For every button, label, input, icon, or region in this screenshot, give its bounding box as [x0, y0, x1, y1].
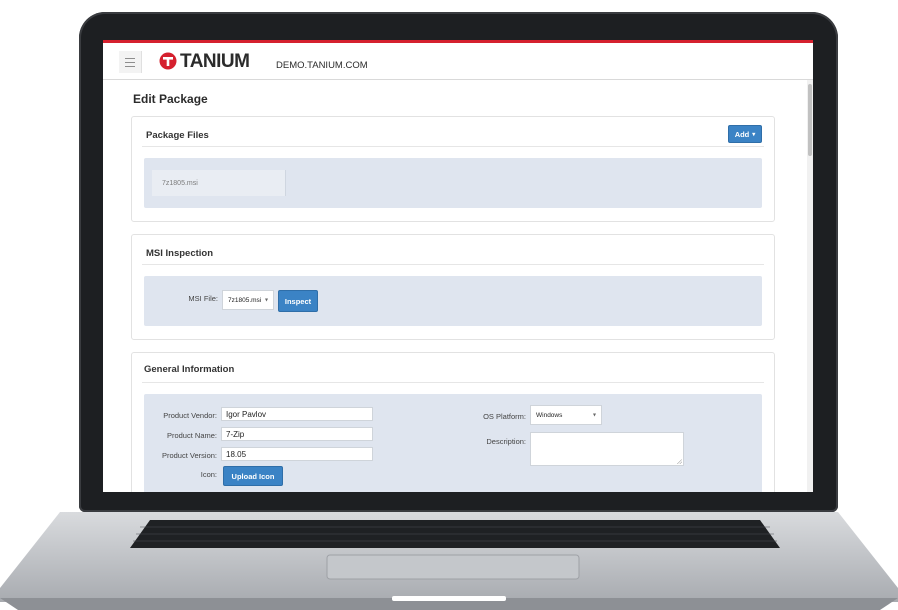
product-vendor-input[interactable]: Igor Pavlov: [221, 407, 373, 421]
page-title: Edit Package: [133, 92, 208, 106]
package-file-item[interactable]: 7z1805.msi: [152, 170, 286, 196]
caret-down-icon: ▾: [752, 131, 756, 138]
product-version-input[interactable]: 18.05: [221, 447, 373, 461]
description-textarea[interactable]: [530, 432, 684, 466]
caret-down-icon: ▾: [264, 297, 268, 304]
scrollbar-thumb[interactable]: [808, 84, 812, 156]
os-platform-label: OS Platform:: [483, 412, 526, 421]
laptop-keyboard-deck: [0, 512, 898, 610]
add-file-button[interactable]: Add ▾: [728, 125, 762, 143]
brand-name: TANIUM: [180, 51, 250, 72]
icon-label: Icon:: [200, 470, 217, 479]
general-information-well: Product Vendor: Igor Pavlov Product Name…: [144, 394, 762, 492]
product-name-input[interactable]: 7-Zip: [221, 427, 373, 441]
menu-icon[interactable]: [119, 51, 142, 73]
msi-file-label: MSI File:: [188, 294, 218, 303]
resize-grip-icon[interactable]: [677, 459, 682, 464]
msi-inspection-well: MSI File: 7z1805.msi ▾ Inspect: [144, 276, 762, 326]
msi-file-select[interactable]: 7z1805.msi ▾: [222, 290, 274, 310]
app-screen: TANIUM DEMO.TANIUM.COM Edit Package Pack…: [103, 40, 813, 492]
product-vendor-label: Product Vendor:: [163, 411, 217, 420]
package-files-well: 7z1805.msi: [144, 158, 762, 208]
product-version-label: Product Version:: [161, 451, 217, 460]
inspect-button[interactable]: Inspect: [278, 290, 318, 312]
msi-file-value: 7z1805.msi: [228, 296, 262, 304]
package-files-panel: Package Files Add ▾ 7z1805.msi: [131, 116, 775, 222]
general-information-title: General Information: [144, 364, 235, 375]
package-files-title: Package Files: [146, 130, 209, 141]
tanium-logo-icon: [159, 52, 177, 70]
msi-inspection-title: MSI Inspection: [146, 248, 214, 259]
upload-icon-button[interactable]: Upload Icon: [223, 466, 283, 486]
os-platform-value: Windows: [536, 411, 563, 419]
description-label: Description:: [486, 437, 526, 446]
product-name-label: Product Name:: [166, 431, 217, 440]
caret-down-icon: ▾: [592, 412, 596, 419]
msi-inspection-panel: MSI Inspection MSI File: 7z1805.msi ▾ In…: [131, 234, 775, 340]
app-header: TANIUM DEMO.TANIUM.COM: [103, 43, 813, 80]
server-domain: DEMO.TANIUM.COM: [276, 60, 368, 71]
add-button-label: Add: [734, 129, 750, 139]
os-platform-select[interactable]: Windows ▾: [530, 405, 602, 425]
general-information-panel: General Information Product Vendor: Igor…: [131, 352, 775, 492]
laptop-base: [0, 510, 898, 610]
